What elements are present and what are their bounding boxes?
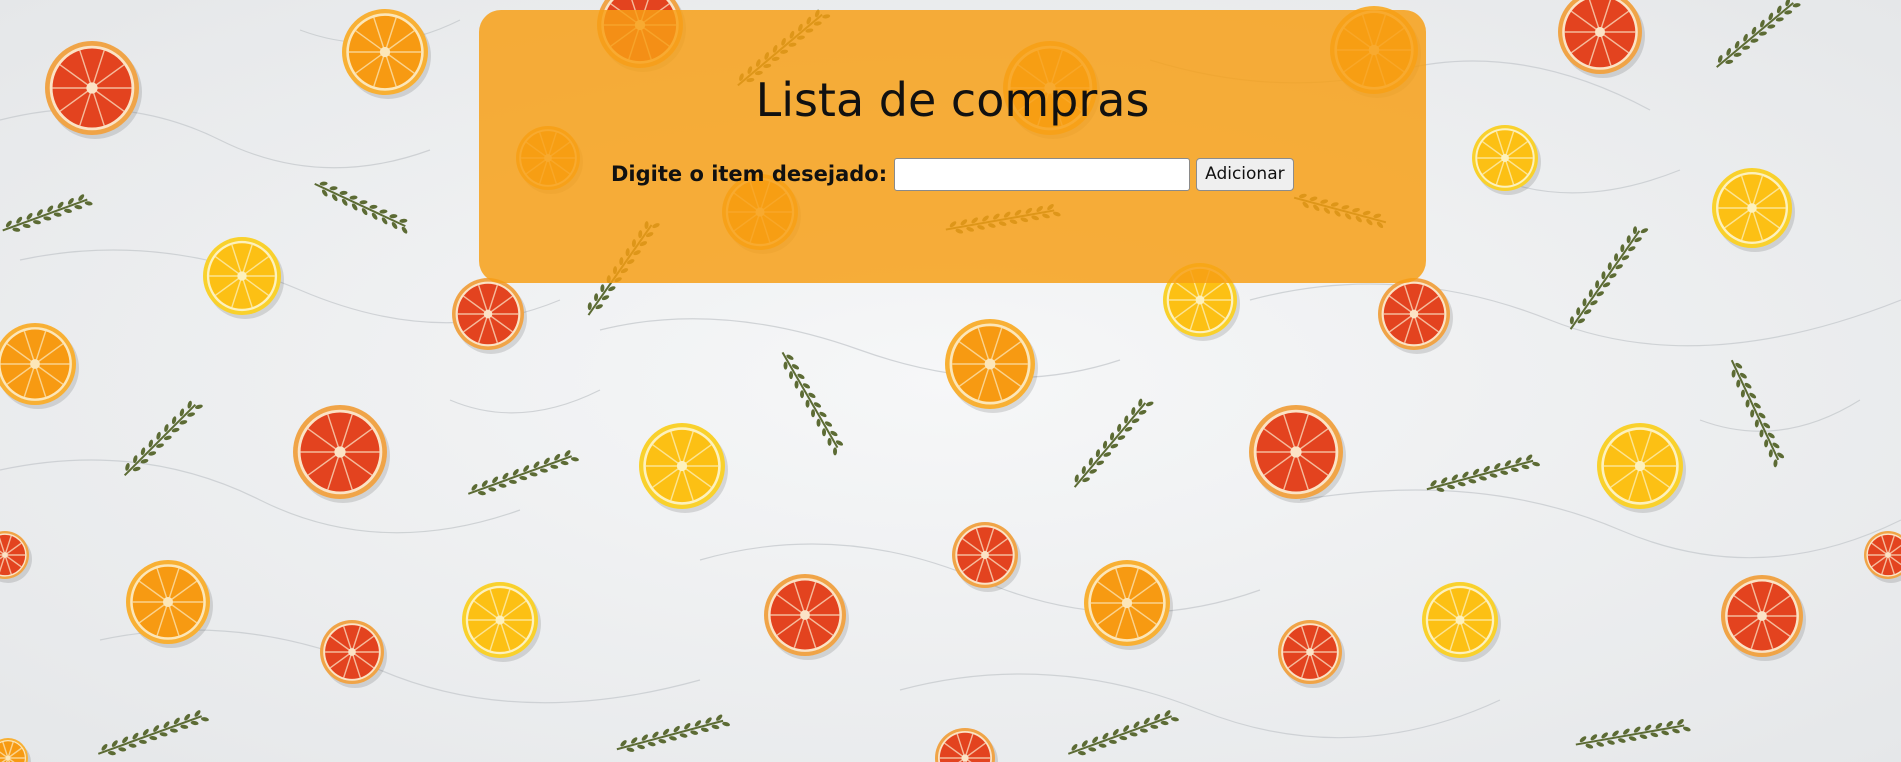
- add-button[interactable]: Adicionar: [1196, 157, 1294, 191]
- shopping-list-card: Lista de compras Digite o item desejado:…: [479, 10, 1426, 283]
- item-input[interactable]: [894, 157, 1191, 191]
- add-item-form: Digite o item desejado: Adicionar: [611, 153, 1294, 195]
- page-title: Lista de compras: [755, 73, 1150, 127]
- item-input-label: Digite o item desejado:: [611, 162, 888, 186]
